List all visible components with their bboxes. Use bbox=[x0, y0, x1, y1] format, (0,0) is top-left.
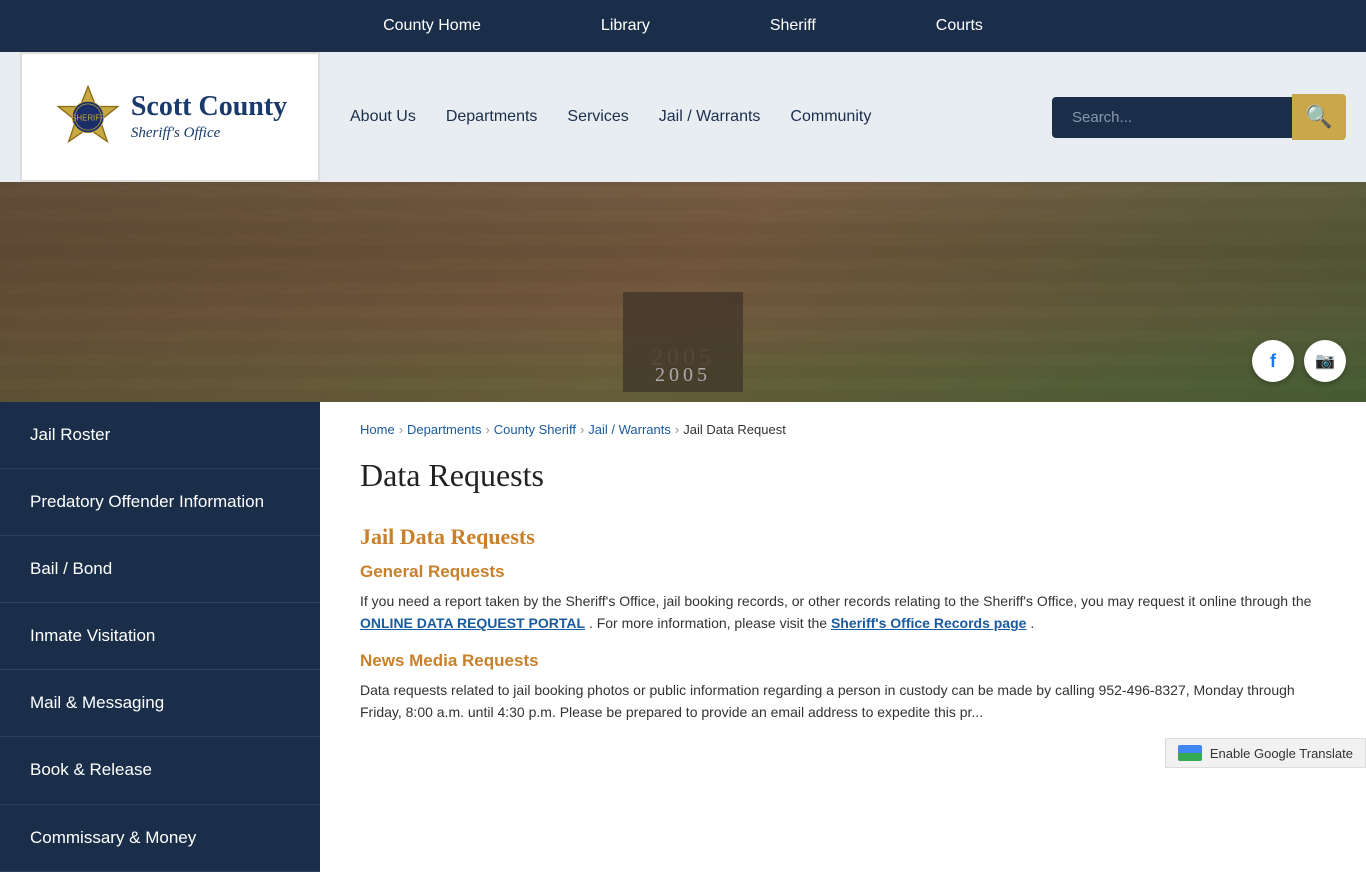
sheriffs-office-label: Sheriff's Office bbox=[131, 125, 287, 142]
sidebar-item-book-release[interactable]: Book & Release bbox=[0, 737, 320, 804]
logo-area: SHERIFF Scott County Sheriff's Office bbox=[20, 52, 320, 182]
hero-image: 2005 f 📷 bbox=[0, 182, 1366, 402]
breadcrumb: Home › Departments › County Sheriff › Ja… bbox=[360, 422, 1326, 437]
header: SHERIFF Scott County Sheriff's Office Ab… bbox=[0, 52, 1366, 182]
breadcrumb-sep-3: › bbox=[580, 422, 584, 437]
breadcrumb-sep-4: › bbox=[675, 422, 679, 437]
svg-text:SHERIFF: SHERIFF bbox=[71, 114, 105, 123]
sidebar-item-inmate-visitation[interactable]: Inmate Visitation bbox=[0, 603, 320, 670]
online-portal-link[interactable]: ONLINE DATA REQUEST PORTAL bbox=[360, 615, 585, 631]
records-page-link[interactable]: Sheriff's Office Records page bbox=[831, 615, 1027, 631]
main-layout: Jail Roster Predatory Offender Informati… bbox=[0, 402, 1366, 872]
sidebar-item-commissary-money[interactable]: Commissary & Money bbox=[0, 805, 320, 872]
topbar-courts[interactable]: Courts bbox=[936, 17, 983, 35]
breadcrumb-jail-warrants[interactable]: Jail / Warrants bbox=[588, 422, 671, 437]
sidebar: Jail Roster Predatory Offender Informati… bbox=[0, 402, 320, 872]
nav-community[interactable]: Community bbox=[790, 108, 871, 126]
translate-label: Enable Google Translate bbox=[1210, 746, 1353, 761]
nav-jail-warrants[interactable]: Jail / Warrants bbox=[659, 108, 761, 126]
topbar-library[interactable]: Library bbox=[601, 17, 650, 35]
instagram-icon[interactable]: 📷 bbox=[1304, 340, 1346, 382]
breadcrumb-sep-2: › bbox=[485, 422, 489, 437]
sidebar-item-mail-messaging[interactable]: Mail & Messaging bbox=[0, 670, 320, 737]
topbar-sheriff[interactable]: Sheriff bbox=[770, 17, 816, 35]
sidebar-item-predatory-offender[interactable]: Predatory Offender Information bbox=[0, 469, 320, 536]
sidebar-item-bail-bond[interactable]: Bail / Bond bbox=[0, 536, 320, 603]
sheriff-star-icon: SHERIFF bbox=[53, 82, 123, 152]
county-name: Scott County bbox=[131, 92, 287, 123]
search-area: 🔍 bbox=[1052, 94, 1346, 140]
translate-bar[interactable]: Enable Google Translate bbox=[1165, 738, 1366, 768]
section-jail-data-requests-heading: Jail Data Requests bbox=[360, 524, 1326, 550]
general-requests-text: If you need a report taken by the Sherif… bbox=[360, 590, 1326, 635]
topbar-county-home[interactable]: County Home bbox=[383, 17, 481, 35]
section-general-requests-heading: General Requests bbox=[360, 562, 1326, 582]
main-nav: About Us Departments Services Jail / War… bbox=[320, 108, 1052, 126]
section-news-media-heading: News Media Requests bbox=[360, 651, 1326, 671]
nav-departments[interactable]: Departments bbox=[446, 108, 538, 126]
breadcrumb-sep-1: › bbox=[399, 422, 403, 437]
search-icon: 🔍 bbox=[1305, 104, 1332, 130]
breadcrumb-county-sheriff[interactable]: County Sheriff bbox=[494, 422, 576, 437]
facebook-icon[interactable]: f bbox=[1252, 340, 1294, 382]
breadcrumb-current: Jail Data Request bbox=[683, 422, 786, 437]
page-title: Data Requests bbox=[360, 457, 1326, 494]
logo-text: Scott County Sheriff's Office bbox=[131, 92, 287, 142]
social-icons: f 📷 bbox=[1252, 340, 1346, 382]
breadcrumb-departments[interactable]: Departments bbox=[407, 422, 481, 437]
nav-services[interactable]: Services bbox=[567, 108, 628, 126]
sidebar-item-jail-roster[interactable]: Jail Roster bbox=[0, 402, 320, 469]
news-media-text: Data requests related to jail booking ph… bbox=[360, 679, 1326, 724]
search-button[interactable]: 🔍 bbox=[1292, 94, 1346, 140]
google-translate-icon bbox=[1178, 745, 1202, 761]
search-input[interactable] bbox=[1052, 97, 1292, 138]
top-bar: County Home Library Sheriff Courts bbox=[0, 0, 1366, 52]
content-area: Home › Departments › County Sheriff › Ja… bbox=[320, 402, 1366, 872]
breadcrumb-home[interactable]: Home bbox=[360, 422, 395, 437]
nav-about-us[interactable]: About Us bbox=[350, 108, 416, 126]
